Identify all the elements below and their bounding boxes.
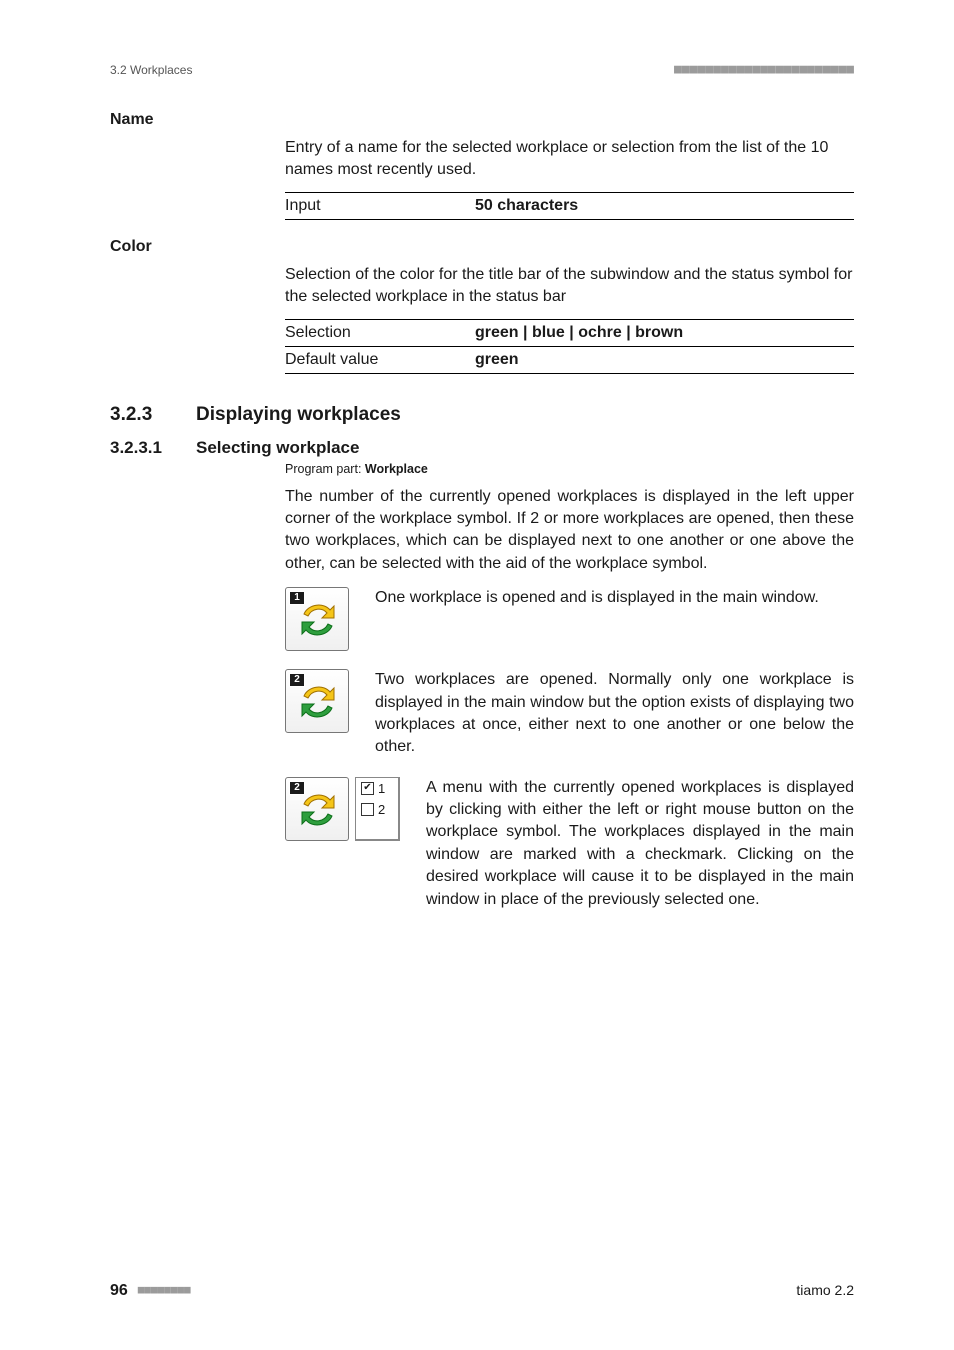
program-part-value: Workplace [365, 462, 428, 476]
name-table: Input 50 characters [285, 192, 854, 220]
program-part: Program part: Workplace [285, 462, 854, 476]
heading-color: Color [110, 238, 854, 256]
item3-text: A menu with the currently opened workpla… [426, 777, 854, 911]
heading-name: Name [110, 111, 854, 129]
program-part-label: Program part: [285, 462, 365, 476]
color-selection-value: green | blue | ochre | brown [475, 324, 683, 341]
menu-item-label: 2 [378, 802, 385, 817]
color-table: Selection green | blue | ochre | brown D… [285, 319, 854, 374]
table-row: Selection green | blue | ochre | brown [285, 319, 854, 346]
recycle-arrows-icon [294, 786, 342, 834]
item2-text: Two workplaces are opened. Normally only… [375, 669, 854, 759]
page-footer: 96 ■■■■■■■■ tiamo 2.2 [110, 1282, 854, 1300]
table-row: Default value green [285, 346, 854, 373]
recycle-arrows-icon [294, 596, 342, 644]
menu-item-label: 1 [378, 781, 385, 796]
item1-text: One workplace is opened and is displayed… [375, 587, 854, 609]
workplace-menu: ✔ 1 2 [355, 777, 400, 841]
name-input-label: Input [285, 192, 475, 219]
heading-3-2-3-1: 3.2.3.1 Selecting workplace [110, 438, 854, 458]
running-header: 3.2 Workplaces ■■■■■■■■■■■■■■■■■■■■■■■ [110, 62, 854, 77]
workplace-item-3: 2 ✔ 1 2 A menu with [285, 777, 854, 911]
footer-dots: ■■■■■■■■ [138, 1283, 191, 1296]
footer-left: 96 ■■■■■■■■ [110, 1282, 191, 1300]
intro-para: The number of the currently opened workp… [285, 486, 854, 576]
checkbox-unchecked-icon [361, 803, 374, 816]
table-row: Input 50 characters [285, 192, 854, 219]
heading-3-2-3-1-num: 3.2.3.1 [110, 438, 196, 458]
workplace-menu-item-1[interactable]: ✔ 1 [356, 778, 398, 799]
header-section: 3.2 Workplaces [110, 63, 192, 77]
workplace-item-2: 2 Two workplaces are opened. Normally on… [285, 669, 854, 759]
workplace-icon-with-menu: 2 ✔ 1 2 [285, 777, 400, 841]
heading-3-2-3: 3.2.3 Displaying workplaces [110, 404, 854, 426]
name-desc: Entry of a name for the selected workpla… [285, 137, 854, 182]
heading-3-2-3-1-title: Selecting workplace [196, 438, 359, 458]
color-selection-label: Selection [285, 319, 475, 346]
workplace-item-1: 1 One workplace is opened and is display… [285, 587, 854, 651]
color-desc: Selection of the color for the title bar… [285, 264, 854, 309]
workplace-icon: 2 [285, 669, 349, 733]
recycle-arrows-icon [294, 678, 342, 726]
workplace-icon: 2 [285, 777, 349, 841]
heading-3-2-3-num: 3.2.3 [110, 404, 196, 426]
workplace-icon: 1 [285, 587, 349, 651]
checkbox-checked-icon: ✔ [361, 782, 374, 795]
page-number: 96 [110, 1282, 128, 1299]
name-input-value: 50 characters [475, 197, 578, 214]
color-default-value: green [475, 351, 519, 368]
footer-product: tiamo 2.2 [796, 1282, 854, 1298]
header-dots: ■■■■■■■■■■■■■■■■■■■■■■■ [674, 62, 854, 77]
workplace-menu-item-2[interactable]: 2 [356, 799, 398, 820]
heading-3-2-3-title: Displaying workplaces [196, 404, 401, 426]
color-default-label: Default value [285, 346, 475, 373]
